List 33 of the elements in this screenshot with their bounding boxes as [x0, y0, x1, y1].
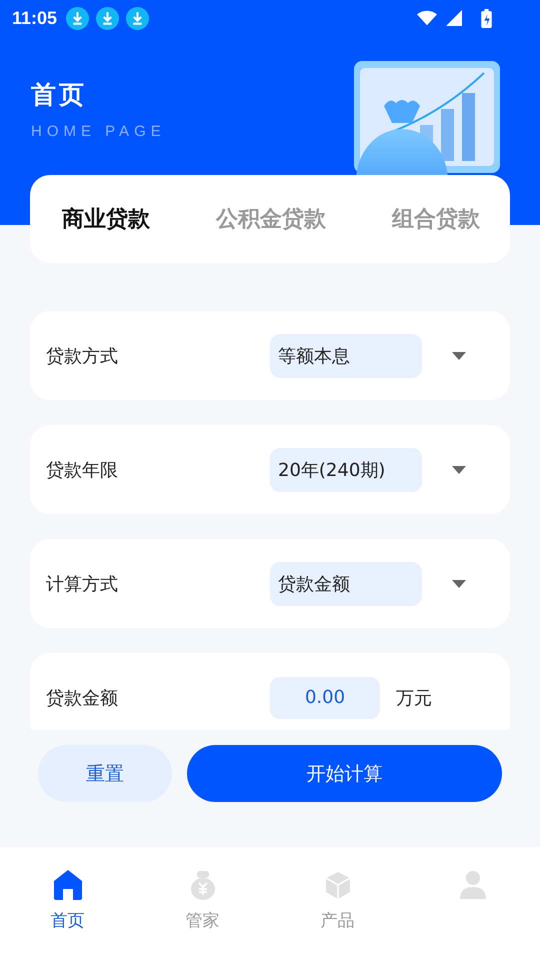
loan-type-tab[interactable]: 公积金贷款: [216, 200, 326, 238]
signal-icon: [444, 10, 464, 26]
field-label: 贷款金额: [46, 686, 119, 710]
loan-type-tab[interactable]: 组合贷款: [392, 200, 480, 238]
nav-tab[interactable]: 首页: [0, 869, 135, 932]
caret-icon[interactable]: [452, 580, 466, 588]
caret-icon[interactable]: [452, 352, 466, 360]
dropdown-field[interactable]: 等额本息: [270, 334, 422, 378]
wifi-icon: [417, 10, 437, 26]
dropdown-field[interactable]: 贷款金额: [270, 562, 422, 606]
nav-tab[interactable]: 产品: [270, 869, 405, 932]
page-subtitle: HOME PAGE: [31, 123, 166, 140]
caret-icon[interactable]: [452, 466, 466, 474]
loan-type-tab[interactable]: 商业贷款: [62, 200, 150, 238]
battery-icon: [481, 8, 492, 28]
download-icon: [126, 6, 150, 30]
calculate-button[interactable]: 开始计算: [187, 745, 502, 802]
nav-tab[interactable]: 管家: [135, 869, 270, 932]
unit-label: 万元: [396, 686, 432, 710]
chart-bar: [441, 109, 454, 161]
download-icon: [96, 6, 120, 30]
field-label: 贷款年限: [46, 458, 119, 482]
chart-bar: [462, 93, 475, 161]
amount-input-field[interactable]: 0.00: [270, 676, 380, 718]
page-title: 首页: [31, 79, 88, 111]
user-icon: [458, 869, 488, 901]
status-time: 11:05: [12, 8, 58, 28]
reset-button[interactable]: 重置: [38, 745, 172, 802]
dropdown-field[interactable]: 20年(240期): [270, 448, 422, 492]
field-label: 贷款方式: [46, 344, 119, 368]
field-label: 计算方式: [46, 572, 119, 596]
home-icon: [52, 869, 82, 901]
download-icon: [66, 6, 90, 30]
